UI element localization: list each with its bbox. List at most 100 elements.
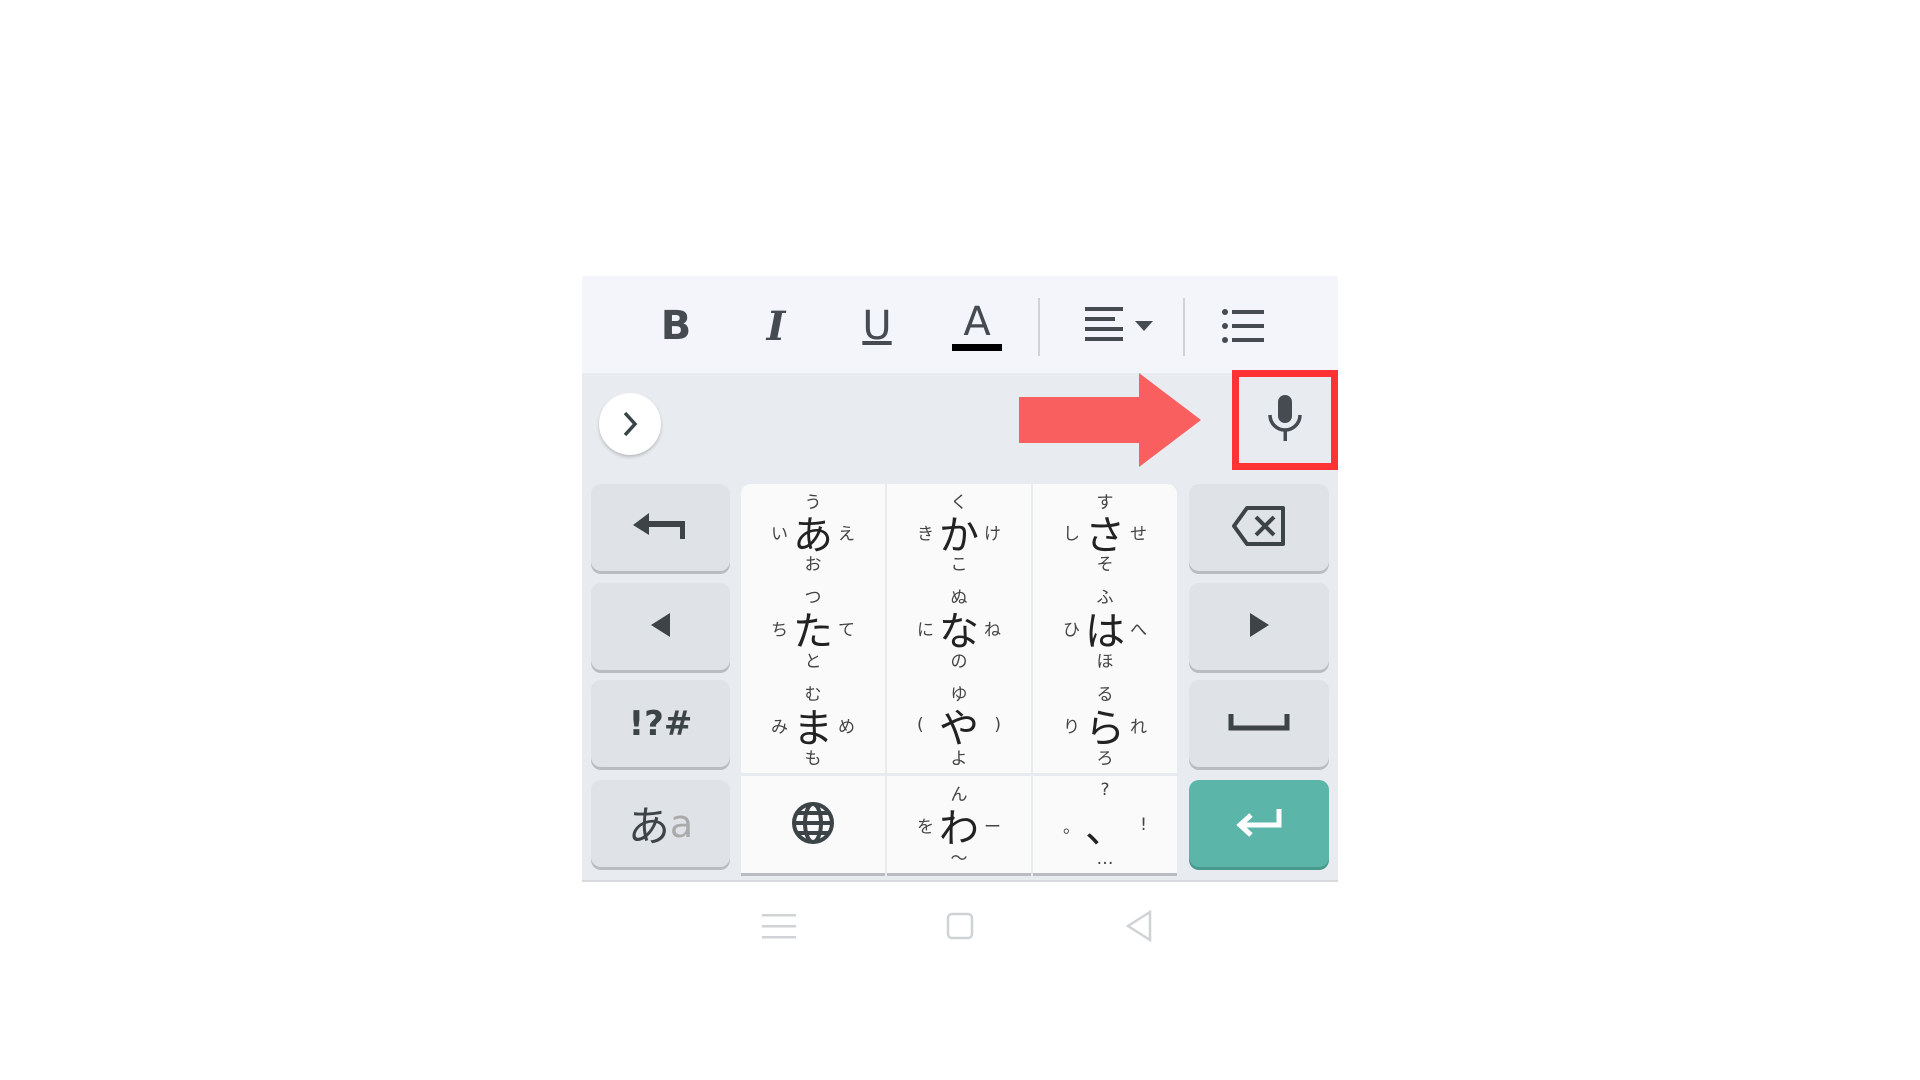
nav-menu-button[interactable] [762,906,796,946]
key-char-b: そ [1096,555,1114,575]
microphone-icon [1268,395,1302,441]
key-char-l: し [1063,524,1080,544]
key-kana[interactable]: たつとちて [741,579,885,676]
key-char-r: え [838,524,855,544]
key-char-r: へ [1130,620,1147,640]
bulleted-list-button[interactable] [1213,298,1273,354]
key-char-r: ) [994,714,1001,735]
key-char-b: と [804,652,822,672]
key-char-m: 、 [1085,805,1125,852]
key-char-t: む [804,685,822,705]
chevron-right-icon [623,411,638,437]
key-char-r: ー [984,817,1001,837]
cursor-left-icon [650,612,672,642]
key-char-b: も [804,749,822,769]
home-square-icon [946,912,974,940]
key-char-r: せ [1130,524,1147,544]
keyboard: B I U A !?# あ a あうおいえかくこきけさすそしせたつとちてなぬのにねはふ… [582,276,1338,882]
key-char-l: ち [771,620,788,640]
key-char-r: ! [1140,814,1147,835]
mode-alpha: a [669,801,694,846]
key-language[interactable] [741,776,885,873]
key-space[interactable] [1189,680,1329,767]
text-color-label: A [963,298,991,345]
key-char-r: て [838,620,855,640]
undo-arrow-icon [631,511,691,545]
key-char-t: る [1096,685,1114,705]
bulleted-list-icon [1222,309,1264,343]
key-label: !?# [628,703,693,744]
key-char-t: う [804,493,822,513]
expand-button[interactable] [599,393,661,455]
key-kana[interactable]: らるろりれ [1033,676,1177,773]
key-char-b: よ [950,749,968,769]
key-backspace[interactable] [1189,484,1329,571]
key-kana[interactable]: わん〜をー [887,776,1031,873]
key-char-l: き [917,524,934,544]
formatting-toolbar: B I U A [582,276,1338,373]
key-char-l: み [771,717,788,737]
key-char-l: 。 [1063,817,1080,837]
key-char-t: ふ [1096,588,1114,608]
key-input-mode[interactable]: あa [591,780,730,867]
key-char-l: に [917,620,934,640]
key-char-b: の [950,652,968,672]
voice-input-button[interactable] [1265,393,1305,447]
nav-home-button[interactable] [945,906,977,946]
bold-button[interactable]: B [646,298,706,354]
space-icon [1228,712,1290,736]
key-char-l: ひ [1063,620,1080,640]
key-char-t: す [1096,493,1114,513]
key-char-b: 〜 [950,849,968,869]
italic-button[interactable]: I [746,298,806,354]
key-enter[interactable] [1189,780,1329,867]
key-char-b: お [804,555,822,575]
key-symbols[interactable]: !?# [591,680,730,767]
key-char-l: り [1063,717,1080,737]
key-kana[interactable]: かくこきけ [887,484,1031,579]
key-kana[interactable]: やゆよ() [887,676,1031,773]
cursor-right-icon [1248,612,1270,642]
key-cursor-left[interactable] [591,583,730,670]
text-color-bar [952,343,1002,351]
key-kana[interactable]: はふほひへ [1033,579,1177,676]
back-triangle-icon [1125,909,1152,943]
key-char-b: … [1096,849,1114,869]
key-char-t: く [950,493,968,513]
align-left-icon [1085,307,1153,341]
annotation-arrow [1019,373,1201,467]
key-char-b: ほ [1096,652,1114,672]
underline-button[interactable]: U [847,298,907,354]
key-char-t: ぬ [950,588,968,608]
align-button[interactable] [1081,298,1161,354]
mode-kana: あ [627,802,670,851]
key-char-r: れ [1130,717,1147,737]
key-char-t: つ [804,588,822,608]
key-char-b: こ [950,555,968,575]
enter-icon [1235,807,1283,841]
key-char-l: ( [917,714,924,735]
key-char-l: を [917,817,934,837]
key-char-b: ろ [1096,749,1114,769]
backspace-icon [1231,505,1287,551]
key-char-t: ゆ [950,685,968,705]
divider [1038,298,1040,356]
divider [1183,298,1185,356]
key-kana[interactable]: なぬのにね [887,579,1031,676]
text-color-button[interactable]: A [947,298,1007,354]
key-kana[interactable]: 、? … 。! [1033,776,1177,873]
key-char-r: け [984,524,1001,544]
key-char-t: ? [1100,780,1110,800]
key-kana[interactable]: まむもみめ [741,676,885,773]
globe-icon [790,800,836,850]
key-kana[interactable]: あうおいえ [741,484,885,579]
key-kana[interactable]: さすそしせ [1033,484,1177,579]
key-undo-arrow[interactable] [591,484,730,571]
key-char-t: ん [950,785,968,805]
menu-icon [762,914,796,939]
key-char-r: ね [984,620,1001,640]
nav-back-button[interactable] [1124,906,1156,946]
key-char-l: い [771,524,788,544]
key-char-r: め [838,717,855,737]
key-cursor-right[interactable] [1189,583,1329,670]
